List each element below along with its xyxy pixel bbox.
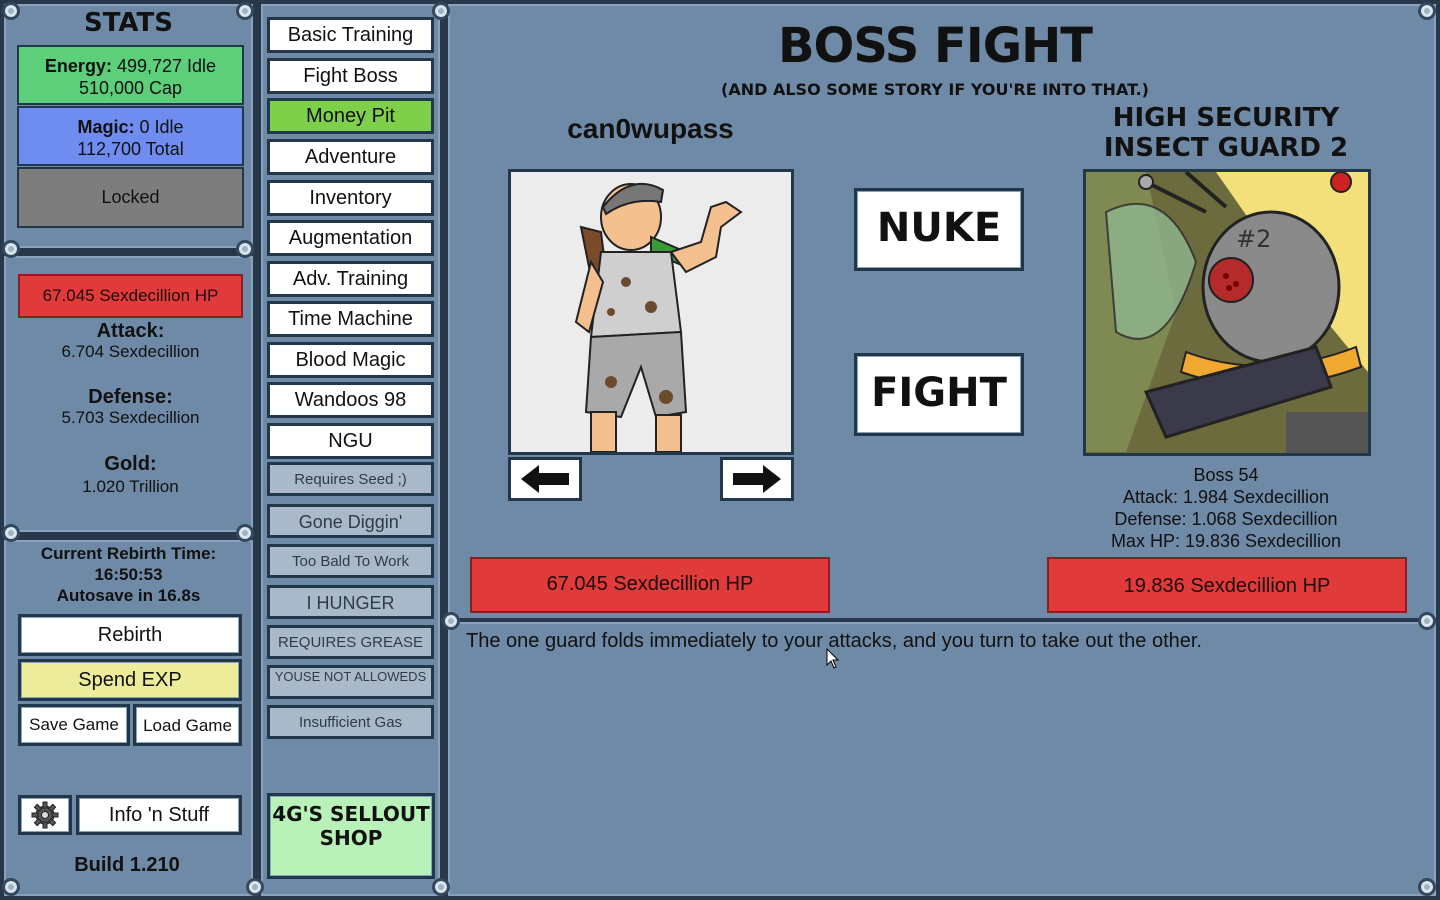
energy-label: Energy: — [44, 56, 112, 76]
energy-box[interactable]: Energy: 499,727 Idle 510,000 Cap — [17, 45, 244, 105]
fight-button[interactable]: FIGHT — [854, 353, 1024, 436]
bolt-icon — [432, 2, 450, 20]
menu-item-blood-magic[interactable]: Blood Magic — [267, 342, 434, 378]
boss-name: HIGH SECURITY INSECT GUARD 2 — [1103, 103, 1349, 163]
stats-title: STATS — [83, 8, 173, 38]
boss-fight-title: BOSS FIGHT — [777, 18, 1093, 74]
menu-item-money-pit[interactable]: Money Pit — [267, 98, 434, 134]
menu-item-basic-training[interactable]: Basic Training — [267, 17, 434, 53]
sellout-shop-button[interactable]: 4G'S SELLOUT SHOP — [267, 793, 435, 879]
magic-box[interactable]: Magic: 0 Idle 112,700 Total — [17, 106, 244, 166]
player-name: can0wupass — [567, 113, 734, 144]
menu-item-ngu[interactable]: NGU — [267, 423, 434, 459]
rebirth-button[interactable]: Rebirth — [18, 614, 242, 656]
locked-label: Locked — [101, 187, 160, 207]
bolt-icon — [432, 878, 450, 896]
mouse-cursor-icon — [826, 648, 840, 669]
boss-hp-text: 19.836 Sexdecillion HP — [1123, 575, 1331, 597]
player-hp-bar: 67.045 Sexdecillion HP — [470, 557, 830, 613]
rebirth-time-label: Current Rebirth Time: — [40, 544, 217, 563]
bolt-icon — [236, 2, 254, 20]
bolt-icon — [2, 240, 20, 258]
spend-exp-button[interactable]: Spend EXP — [18, 659, 242, 701]
info-button[interactable]: Info 'n Stuff — [76, 795, 242, 835]
bolt-icon — [236, 240, 254, 258]
attack-label: Attack: — [96, 320, 165, 342]
bolt-icon — [1418, 878, 1436, 896]
menu-item-gone-diggin[interactable]: Gone Diggin' — [267, 504, 434, 538]
bolt-icon — [1418, 2, 1436, 20]
menu-item-i-hunger[interactable]: I HUNGER — [267, 585, 434, 619]
rebirth-time-value: 16:50:53 — [94, 565, 163, 584]
player-hp-text: 67.045 Sexdecillion HP — [546, 573, 754, 595]
menu-item-fight-boss[interactable]: Fight Boss — [267, 58, 434, 94]
boss-badge-text: #2 — [1236, 225, 1271, 253]
menu-item-youse-not-alloweds[interactable]: YOUSE NOT ALLOWEDS — [267, 665, 434, 699]
bolt-icon — [2, 2, 20, 20]
nuke-label: NUKE — [876, 205, 1002, 251]
next-boss-button[interactable] — [720, 457, 794, 501]
bolt-icon — [2, 524, 20, 542]
bolt-icon — [2, 878, 20, 896]
autosave-timer: Autosave in 16.8s — [56, 586, 201, 605]
locked-box: Locked — [17, 167, 244, 228]
boss-image: #2 — [1086, 172, 1368, 453]
boss-number: Boss 54 — [1193, 465, 1259, 485]
menu-item-requires-grease[interactable]: REQUIRES GREASE — [267, 625, 434, 659]
energy-cap: 510,000 Cap — [78, 78, 183, 98]
magic-idle: 0 Idle — [139, 117, 184, 137]
player-hp-bar-small: 67.045 Sexdecillion HP — [18, 274, 243, 318]
magic-total: 112,700 Total — [77, 139, 184, 159]
boss-portrait: #2 — [1083, 169, 1371, 456]
menu-item-time-machine[interactable]: Time Machine — [267, 301, 434, 337]
settings-button[interactable] — [18, 795, 72, 835]
bolt-icon — [246, 878, 264, 896]
story-panel — [444, 618, 1440, 900]
energy-idle: 499,727 Idle — [116, 56, 217, 76]
gear-icon — [31, 801, 59, 829]
save-game-button[interactable]: Save Game — [18, 704, 130, 746]
load-game-button[interactable]: Load Game — [133, 704, 242, 746]
menu-item-too-bald-to-work[interactable]: Too Bald To Work — [267, 544, 434, 578]
menu-item-augmentation[interactable]: Augmentation — [267, 220, 434, 256]
boss-max-hp: Max HP: 19.836 Sexdecillion — [1110, 531, 1342, 551]
fight-label: FIGHT — [871, 370, 1007, 416]
nuke-button[interactable]: NUKE — [854, 188, 1024, 271]
boss-fight-subtitle: (AND ALSO SOME STORY IF YOU'RE INTO THAT… — [721, 80, 1149, 99]
magic-label: Magic: — [77, 117, 135, 137]
sellout-shop-label: 4G'S SELLOUT SHOP — [272, 802, 430, 850]
gold-value: 1.020 Trillion — [82, 477, 179, 496]
bolt-icon — [1418, 612, 1436, 630]
attack-value: 6.704 Sexdecillion — [61, 342, 200, 361]
boss-attack: Attack: 1.984 Sexdecillion — [1122, 487, 1330, 507]
defense-value: 5.703 Sexdecillion — [61, 408, 200, 427]
gold-label: Gold: — [104, 453, 157, 475]
bolt-icon — [442, 612, 460, 630]
player-character-image — [511, 172, 791, 452]
player-portrait — [508, 169, 794, 455]
menu-item-requires-seed[interactable]: Requires Seed ;) — [267, 462, 434, 496]
story-text: The one guard folds immediately to your … — [466, 630, 1202, 652]
menu-item-adventure[interactable]: Adventure — [267, 139, 434, 175]
bolt-icon — [236, 524, 254, 542]
boss-hp-bar: 19.836 Sexdecillion HP — [1047, 557, 1407, 613]
menu-item-inventory[interactable]: Inventory — [267, 180, 434, 216]
player-hp-small-text: 67.045 Sexdecillion HP — [42, 286, 219, 305]
boss-defense: Defense: 1.068 Sexdecillion — [1114, 509, 1338, 529]
menu-item-wandoos-98[interactable]: Wandoos 98 — [267, 382, 434, 418]
arrow-left-icon — [521, 465, 569, 493]
defense-label: Defense: — [88, 386, 173, 408]
previous-boss-button[interactable] — [508, 457, 582, 501]
arrow-right-icon — [733, 465, 781, 493]
build-version: Build 1.210 — [74, 854, 180, 876]
menu-item-insufficient-gas[interactable]: Insufficient Gas — [267, 705, 434, 739]
menu-item-adv-training[interactable]: Adv. Training — [267, 261, 434, 297]
